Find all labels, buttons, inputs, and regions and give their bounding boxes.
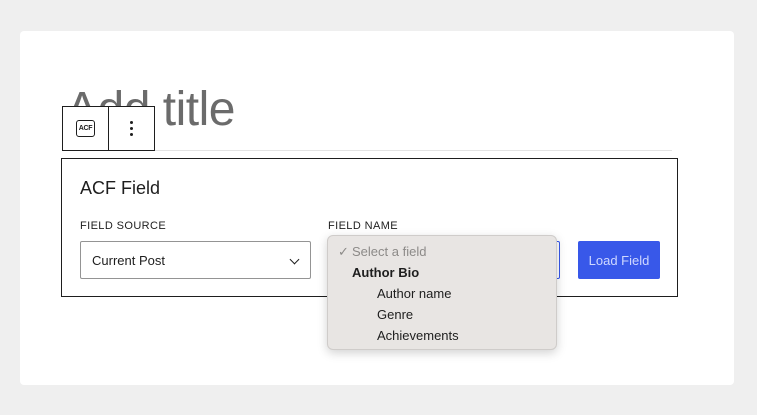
checkmark-icon: ✓ (338, 244, 349, 259)
acf-icon: ACF (76, 120, 95, 137)
dropdown-group-label: Author Bio (352, 265, 420, 280)
block-toolbar: ACF (62, 106, 155, 151)
field-name-label: FIELD NAME (328, 220, 399, 232)
field-source-value: Current Post (92, 252, 165, 268)
field-source-select[interactable]: Current Post (80, 241, 311, 279)
more-vertical-icon (130, 121, 133, 136)
load-field-button[interactable]: Load Field (578, 241, 660, 279)
dropdown-option-author-name[interactable]: Author name (328, 283, 556, 304)
dropdown-option-genre[interactable]: Genre (328, 304, 556, 325)
block-heading: ACF Field (80, 178, 161, 198)
field-source-label: FIELD SOURCE (80, 220, 167, 232)
block-options-button[interactable] (109, 107, 154, 150)
placeholder-label: Select a field (352, 244, 427, 259)
block-type-button[interactable]: ACF (63, 107, 109, 150)
dropdown-option-placeholder[interactable]: ✓ Select a field (328, 241, 556, 262)
dropdown-option-achievements[interactable]: Achievements (328, 325, 556, 346)
field-name-dropdown: ✓ Select a field Author Bio Author name G… (327, 235, 557, 350)
chevron-down-icon (289, 254, 300, 265)
